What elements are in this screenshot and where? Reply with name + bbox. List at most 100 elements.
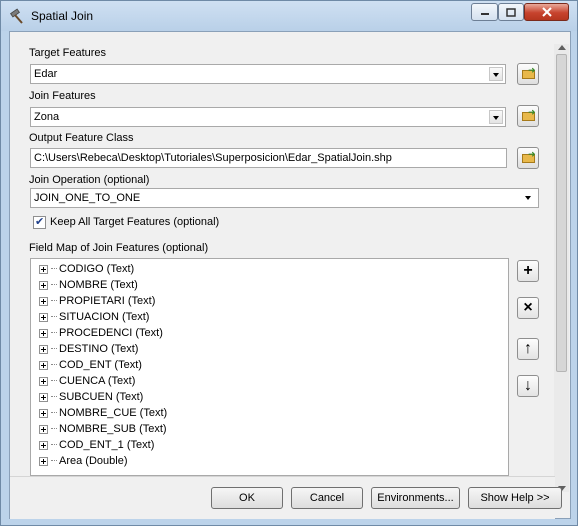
expand-icon[interactable] [39, 456, 48, 466]
scroll-up-icon[interactable] [558, 45, 566, 50]
chevron-down-icon[interactable] [489, 110, 503, 124]
remove-field-button[interactable]: × [517, 297, 539, 319]
field-map-list[interactable]: CODIGO (Text) NOMBRE (Text) PROPIETARI (Te… [30, 258, 509, 476]
expand-icon[interactable] [39, 440, 48, 450]
hammer-icon [10, 8, 23, 24]
join-operation-select[interactable]: JOIN_ONE_TO_ONE [30, 188, 539, 208]
output-feature-class-value: C:\Users\Rebeca\Desktop\Tutoriales\Super… [34, 152, 392, 164]
expand-icon[interactable] [39, 296, 48, 306]
move-up-button[interactable]: ↑ [517, 338, 539, 360]
arrow-up-icon: ↑ [524, 340, 532, 357]
plus-icon: + [523, 262, 533, 279]
spatial-join-dialog: Spatial Join Target Features Edar ➜ Join… [0, 0, 578, 526]
field-map-item-label: NOMBRE_CUE (Text) [59, 407, 168, 419]
field-map-item-label: PROCEDENCI (Text) [59, 327, 163, 339]
maximize-icon [506, 7, 516, 17]
field-map-item[interactable]: PROPIETARI (Text) [39, 293, 155, 309]
join-operation-label: Join Operation (optional) [29, 174, 150, 186]
target-features-value: Edar [34, 68, 58, 80]
field-map-item-label: DESTINO (Text) [59, 343, 139, 355]
arrow-icon: ➜ [528, 107, 536, 117]
tree-connector [51, 460, 57, 462]
expand-icon[interactable] [39, 344, 48, 354]
field-map-item[interactable]: Area (Double) [39, 453, 127, 469]
field-map-item[interactable]: PROCEDENCI (Text) [39, 325, 163, 341]
tree-connector [51, 300, 57, 302]
tree-connector [51, 316, 57, 318]
show-help-button[interactable]: Show Help >> [468, 487, 562, 509]
move-down-button[interactable]: ↓ [517, 375, 539, 397]
join-features-label: Join Features [29, 90, 96, 102]
join-features-value: Zona [34, 111, 60, 123]
field-map-item[interactable]: CODIGO (Text) [39, 261, 134, 277]
close-icon [541, 7, 552, 17]
tree-connector [51, 444, 57, 446]
join-features-combo[interactable]: Zona [30, 107, 506, 127]
join-operation-value: JOIN_ONE_TO_ONE [34, 192, 141, 204]
field-map-item[interactable]: NOMBRE (Text) [39, 277, 138, 293]
field-map-item[interactable]: DESTINO (Text) [39, 341, 138, 357]
field-map-item[interactable]: SITUACION (Text) [39, 309, 149, 325]
arrow-icon: ➜ [528, 65, 536, 75]
tree-connector [51, 428, 57, 430]
field-map-item[interactable]: NOMBRE_SUB (Text) [39, 421, 167, 437]
field-map-label: Field Map of Join Features (optional) [29, 242, 209, 254]
field-map-item-label: COD_ENT_1 (Text) [59, 439, 155, 451]
output-feature-class-input[interactable]: C:\Users\Rebeca\Desktop\Tutoriales\Super… [30, 148, 507, 168]
scroll-thumb[interactable] [556, 54, 567, 372]
field-map-item-label: CODIGO (Text) [59, 263, 135, 275]
field-map-item-label: COD_ENT (Text) [59, 359, 142, 371]
target-features-combo[interactable]: Edar [30, 64, 506, 84]
cancel-button[interactable]: Cancel [291, 487, 363, 509]
field-map-item[interactable]: CUENCA (Text) [39, 373, 135, 389]
maximize-button[interactable] [498, 3, 524, 21]
environments-button[interactable]: Environments... [371, 487, 460, 509]
target-features-label: Target Features [29, 47, 107, 59]
field-map-item-label: Area (Double) [59, 455, 128, 467]
field-map-item-label: NOMBRE (Text) [59, 279, 138, 291]
field-map-item[interactable]: NOMBRE_CUE (Text) [39, 405, 167, 421]
chevron-down-icon[interactable] [522, 191, 536, 205]
expand-icon[interactable] [39, 392, 48, 402]
field-map-item-label: PROPIETARI (Text) [59, 295, 156, 307]
tree-connector [51, 364, 57, 366]
button-bar: OK Cancel Environments... Show Help >> [10, 476, 562, 519]
minimize-icon [480, 13, 489, 15]
expand-icon[interactable] [39, 312, 48, 322]
keep-all-checkbox[interactable] [33, 215, 46, 229]
arrow-down-icon: ↓ [524, 377, 532, 394]
title-bar[interactable]: Spatial Join [1, 1, 577, 31]
tree-connector [51, 284, 57, 286]
field-map-item-label: SUBCUEN (Text) [59, 391, 144, 403]
expand-icon[interactable] [39, 424, 48, 434]
output-feature-class-label: Output Feature Class [29, 132, 134, 144]
expand-icon[interactable] [39, 360, 48, 370]
delete-icon: × [523, 299, 533, 316]
expand-icon[interactable] [39, 376, 48, 386]
minimize-button[interactable] [471, 3, 498, 21]
expand-icon[interactable] [39, 328, 48, 338]
tree-connector [51, 412, 57, 414]
field-map-item[interactable]: COD_ENT (Text) [39, 357, 142, 373]
tree-connector [51, 348, 57, 350]
tree-connector [51, 380, 57, 382]
chevron-down-icon[interactable] [489, 67, 503, 81]
target-browse-button[interactable]: ➜ [517, 63, 539, 85]
field-map-item[interactable]: COD_ENT_1 (Text) [39, 437, 154, 453]
arrow-icon: ➜ [528, 149, 536, 159]
tree-connector [51, 396, 57, 398]
expand-icon[interactable] [39, 408, 48, 418]
join-browse-button[interactable]: ➜ [517, 105, 539, 127]
field-map-item-label: CUENCA (Text) [59, 375, 136, 387]
dialog-scrollbar[interactable] [554, 44, 569, 492]
expand-icon[interactable] [39, 280, 48, 290]
add-field-button[interactable]: + [517, 260, 539, 282]
field-map-item-label: NOMBRE_SUB (Text) [59, 423, 167, 435]
tree-connector [51, 268, 57, 270]
field-map-item[interactable]: SUBCUEN (Text) [39, 389, 143, 405]
close-button[interactable] [524, 3, 569, 21]
field-map-item-label: SITUACION (Text) [59, 311, 150, 323]
expand-icon[interactable] [39, 264, 48, 274]
ok-button[interactable]: OK [211, 487, 283, 509]
output-browse-button[interactable]: ➜ [517, 147, 539, 169]
